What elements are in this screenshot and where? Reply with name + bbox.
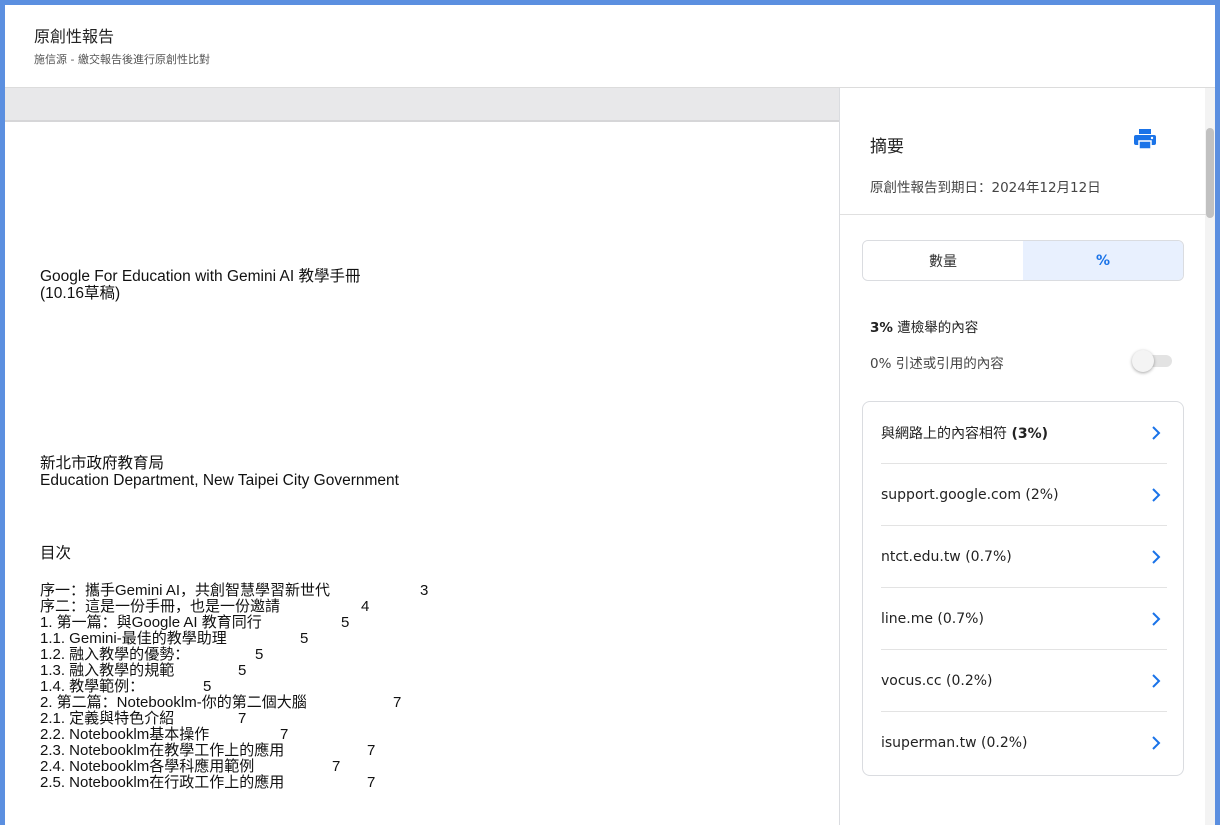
print-icon[interactable] <box>1132 128 1158 150</box>
match-sources-list: 與網路上的內容相符 (3%) support.google.com (2%) n… <box>862 401 1184 776</box>
toc-entry: 1.2. 融入教學的優勢： 5 <box>40 646 264 663</box>
match-source-isuperman[interactable]: isuperman.tw (0.2%) <box>881 712 1167 774</box>
toc-entry: 1.3. 融入教學的規範 5 <box>40 662 247 679</box>
switch-knob <box>1132 350 1154 372</box>
chevron-right-icon <box>1152 611 1161 626</box>
chevron-right-icon <box>1152 425 1161 440</box>
toc-entry: 2. 第二篇：Notebooklm-你的第二個大腦 7 <box>40 694 402 711</box>
toc-entry: 2.1. 定義與特色介紹 7 <box>40 710 247 727</box>
report-header: 原創性報告 施信源 - 繳交報告後進行原創性比對 <box>5 5 1215 88</box>
toc-entry: 1.1. Gemini-最佳的教學助理 5 <box>40 630 309 647</box>
tab-count[interactable]: 數量 <box>863 241 1023 280</box>
doc-org-name: 新北市政府教育局 <box>40 455 165 472</box>
toc-entry: 1. 第一篇：與Google AI 教育同行 5 <box>40 614 350 631</box>
app-frame: 原創性報告 施信源 - 繳交報告後進行原創性比對 Google For Educ… <box>0 0 1220 825</box>
match-source-web[interactable]: 與網路上的內容相符 (3%) <box>881 402 1167 464</box>
list-item-label: line.me (0.7%) <box>881 610 984 627</box>
doc-title: Google For Education with Gemini AI 教學手冊 <box>40 268 361 285</box>
due-date: 原創性報告到期日：2024年12月12日 <box>870 180 1101 196</box>
doc-org-name-en: Education Department, New Taipei City Go… <box>40 472 399 489</box>
list-item-label: ntct.edu.tw (0.7%) <box>881 548 1012 565</box>
flagged-content: 3% 遭檢舉的內容 <box>870 320 979 336</box>
match-source-line[interactable]: line.me (0.7%) <box>881 588 1167 650</box>
match-source-vocus[interactable]: vocus.cc (0.2%) <box>881 650 1167 712</box>
summary-header: 摘要 原創性報告到期日：2024年12月12日 <box>840 88 1206 215</box>
doc-draft-label: (10.16草稿) <box>40 285 121 302</box>
page-subtitle: 施信源 - 繳交報告後進行原創性比對 <box>34 53 210 66</box>
toc-entry: 1.4. 教學範例： 5 <box>40 678 212 695</box>
document-toolbar <box>5 88 839 122</box>
view-mode-toggle: 數量 % <box>862 240 1184 281</box>
chevron-right-icon <box>1152 487 1161 502</box>
summary-panel: 摘要 原創性報告到期日：2024年12月12日 數量 % 3% 遭檢舉的內容 0… <box>839 88 1215 825</box>
summary-title: 摘要 <box>870 137 904 157</box>
summary-scrollbar-thumb[interactable] <box>1206 128 1214 218</box>
toc-entry: 序一：攜手Gemini AI，共創智慧學習新世代 3 <box>40 582 429 599</box>
toc-entry: 2.3. Notebooklm在教學工作上的應用 7 <box>40 742 376 759</box>
page-title: 原創性報告 <box>34 27 115 46</box>
toc-entry: 2.5. Notebooklm在行政工作上的應用 7 <box>40 774 376 791</box>
list-item-label: 與網路上的內容相符 (3%) <box>881 425 1049 442</box>
match-source-support-google[interactable]: support.google.com (2%) <box>881 464 1167 526</box>
tab-percent[interactable]: % <box>1023 241 1183 280</box>
list-item-label: support.google.com (2%) <box>881 486 1059 503</box>
toc-entry: 2.4. Notebooklm各學科應用範例 7 <box>40 758 341 775</box>
quoted-content: 0% 引述或引用的內容 <box>870 356 1004 372</box>
document-viewer[interactable]: Google For Education with Gemini AI 教學手冊… <box>5 88 839 825</box>
match-source-ntct[interactable]: ntct.edu.tw (0.7%) <box>881 526 1167 588</box>
toc-entry: 2.2. Notebooklm基本操作 7 <box>40 726 289 743</box>
list-item-label: vocus.cc (0.2%) <box>881 672 993 689</box>
list-item-label: isuperman.tw (0.2%) <box>881 735 1028 751</box>
toc-heading: 目次 <box>40 545 72 562</box>
quoted-content-switch[interactable] <box>1132 350 1174 372</box>
summary-scrollbar[interactable] <box>1205 88 1215 825</box>
chevron-right-icon <box>1152 549 1161 564</box>
chevron-right-icon <box>1152 736 1161 750</box>
document-page: Google For Education with Gemini AI 教學手冊… <box>5 124 839 825</box>
chevron-right-icon <box>1152 673 1161 688</box>
toc-entry: 序二：這是一份手冊，也是一份邀請 4 <box>40 598 370 615</box>
